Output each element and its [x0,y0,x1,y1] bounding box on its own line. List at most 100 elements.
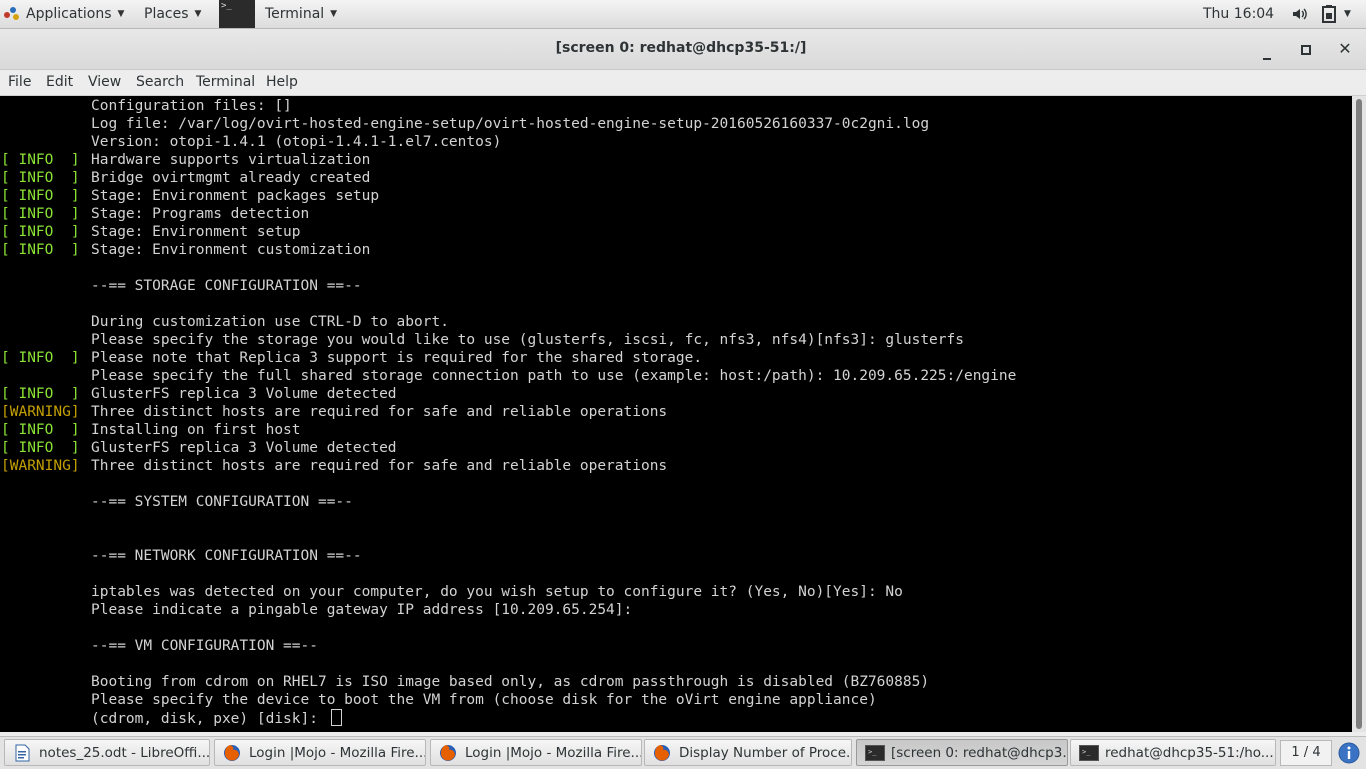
terminal-line: [ INFO ] Stage: Environment customization [1,241,1016,259]
terminal-line: --== NETWORK CONFIGURATION ==-- [1,547,1016,565]
terminal-line-text: --== VM CONFIGURATION ==-- [91,638,318,654]
task-label: Display Number of Proce... [679,744,852,761]
notification-info-icon[interactable] [1338,742,1360,768]
scrollbar-thumb[interactable] [1356,99,1362,729]
svg-text:>_: >_ [1082,748,1091,756]
terminal-app-menu[interactable]: >_ Terminal ▼ [219,0,337,28]
terminal-cursor[interactable] [330,709,342,726]
terminal-line-text: Please specify the device to boot the VM… [91,692,877,708]
terminal-line: [ INFO ] GlusterFS replica 3 Volume detec… [1,439,1016,457]
svg-text:>_: >_ [868,748,877,756]
terminal-line: Log file: /var/log/ovirt-hosted-engine-s… [1,115,1016,133]
task-label: redhat@dhcp35-51:/ho... [1105,744,1274,761]
gnome-foot-icon [4,6,20,22]
maximize-button[interactable] [1296,39,1316,59]
window-titlebar[interactable]: [screen 0: redhat@dhcp35-51:/] ✕ [0,29,1366,70]
log-level-info: [ INFO ] [1,440,80,456]
terminal-line: [ INFO ] Hardware supports virtualization [1,151,1016,169]
menu-file[interactable]: File [8,74,31,90]
chevron-down-icon[interactable]: ▼ [1344,0,1351,28]
log-level-info: [ INFO ] [1,152,80,168]
firefox-icon [439,744,457,762]
terminal-line: Booting from cdrom on RHEL7 is ISO image… [1,673,1016,691]
chevron-down-icon: ▼ [194,9,202,19]
volume-icon[interactable] [1291,6,1307,26]
terminal-lines: Configuration files: [] Log file: /var/lo… [1,97,1016,727]
terminal-line-text: iptables was detected on your computer, … [91,584,903,600]
terminal-line: Please specify the device to boot the VM… [1,691,1016,709]
menu-edit[interactable]: Edit [46,74,73,90]
chevron-down-icon: ▼ [117,9,125,19]
menu-terminal[interactable]: Terminal [196,74,255,90]
terminal-line-text: Version: otopi-1.4.1 (otopi-1.4.1-1.el7.… [91,134,502,150]
task-firefox-login-1[interactable]: Login |Mojo - Mozilla Fire... [214,739,426,766]
firefox-icon [223,744,241,762]
terminal-line: During customization use CTRL-D to abort… [1,313,1016,331]
log-level-info: [ INFO ] [1,224,80,240]
terminal-icon: >_ [219,0,255,28]
top-panel: Applications ▼ Places ▼ >_ Terminal ▼ Th… [0,0,1366,29]
terminal-line: Please indicate a pingable gateway IP ad… [1,601,1016,619]
clock[interactable]: Thu 16:04 [1203,0,1274,28]
log-level-info: [ INFO ] [1,386,80,402]
applications-label: Applications [26,6,112,22]
task-firefox-login-2[interactable]: Login |Mojo - Mozilla Fire... [430,739,642,766]
battery-icon[interactable] [1322,5,1336,27]
log-level-info: [ INFO ] [1,170,80,186]
places-label: Places [144,6,189,22]
log-level-warning: [WARNING] [1,458,80,474]
task-label: [screen 0: redhat@dhcp3... [891,744,1068,761]
close-button[interactable]: ✕ [1335,39,1355,59]
terminal-line: Configuration files: [] [1,97,1016,115]
terminal-line-text: --== SYSTEM CONFIGURATION ==-- [91,494,353,510]
terminal-line-text: Three distinct hosts are required for sa… [91,458,668,474]
terminal-line-text: Configuration files: [] [91,98,292,114]
scrollbar[interactable] [1352,96,1366,732]
terminal-line-text: Please specify the full shared storage c… [91,368,1017,384]
places-menu[interactable]: Places ▼ [144,0,201,28]
task-firefox-processes[interactable]: Display Number of Proce... [644,739,852,766]
task-libreoffice[interactable]: notes_25.odt - LibreOffi... [4,739,210,766]
terminal-line: Please specify the storage you would lik… [1,331,1016,349]
task-terminal-screen[interactable]: >_ [screen 0: redhat@dhcp3... [856,739,1068,766]
terminal-line-text: Installing on first host [91,422,301,438]
terminal-line-text: --== NETWORK CONFIGURATION ==-- [91,548,362,564]
menu-view[interactable]: View [88,74,121,90]
terminal-line-text: Stage: Environment packages setup [91,188,380,204]
terminal-line-text: Stage: Environment setup [91,224,301,240]
terminal-line: [ INFO ] Please note that Replica 3 suppo… [1,349,1016,367]
workspace-switcher[interactable]: 1 / 4 [1280,740,1332,766]
terminal-line-text: GlusterFS replica 3 Volume detected [91,440,397,456]
task-label: notes_25.odt - LibreOffi... [39,744,210,761]
terminal-icon: >_ [1079,744,1099,762]
menu-help[interactable]: Help [266,74,298,90]
terminal-line: (cdrom, disk, pxe) [disk]: [1,709,1016,727]
terminal-line-text: Three distinct hosts are required for sa… [91,404,668,420]
terminal-line-text: Please specify the storage you would lik… [91,332,964,348]
log-level-info: [ INFO ] [1,422,80,438]
terminal-line: [ INFO ] GlusterFS replica 3 Volume detec… [1,385,1016,403]
menu-search[interactable]: Search [136,74,184,90]
terminal-line: [ INFO ] Stage: Environment setup [1,223,1016,241]
terminal-line: Please specify the full shared storage c… [1,367,1016,385]
terminal-line-text: Stage: Programs detection [91,206,310,222]
libreoffice-writer-icon [13,744,31,762]
terminal-line: Version: otopi-1.4.1 (otopi-1.4.1-1.el7.… [1,133,1016,151]
minimize-button[interactable] [1257,39,1277,60]
terminal-output[interactable]: Configuration files: [] Log file: /var/lo… [0,96,1352,732]
log-level-info: [ INFO ] [1,350,80,366]
task-terminal-home[interactable]: >_ redhat@dhcp35-51:/ho... [1070,739,1276,766]
terminal-line-text: --== STORAGE CONFIGURATION ==-- [91,278,362,294]
task-label: Login |Mojo - Mozilla Fire... [249,744,426,761]
terminal-icon: >_ [865,744,885,762]
applications-menu[interactable]: Applications ▼ [4,0,124,28]
log-level-info: [ INFO ] [1,188,80,204]
terminal-line: [ INFO ] Stage: Environment packages setu… [1,187,1016,205]
log-level-info: [ INFO ] [1,242,80,258]
maximize-icon [1301,44,1311,55]
